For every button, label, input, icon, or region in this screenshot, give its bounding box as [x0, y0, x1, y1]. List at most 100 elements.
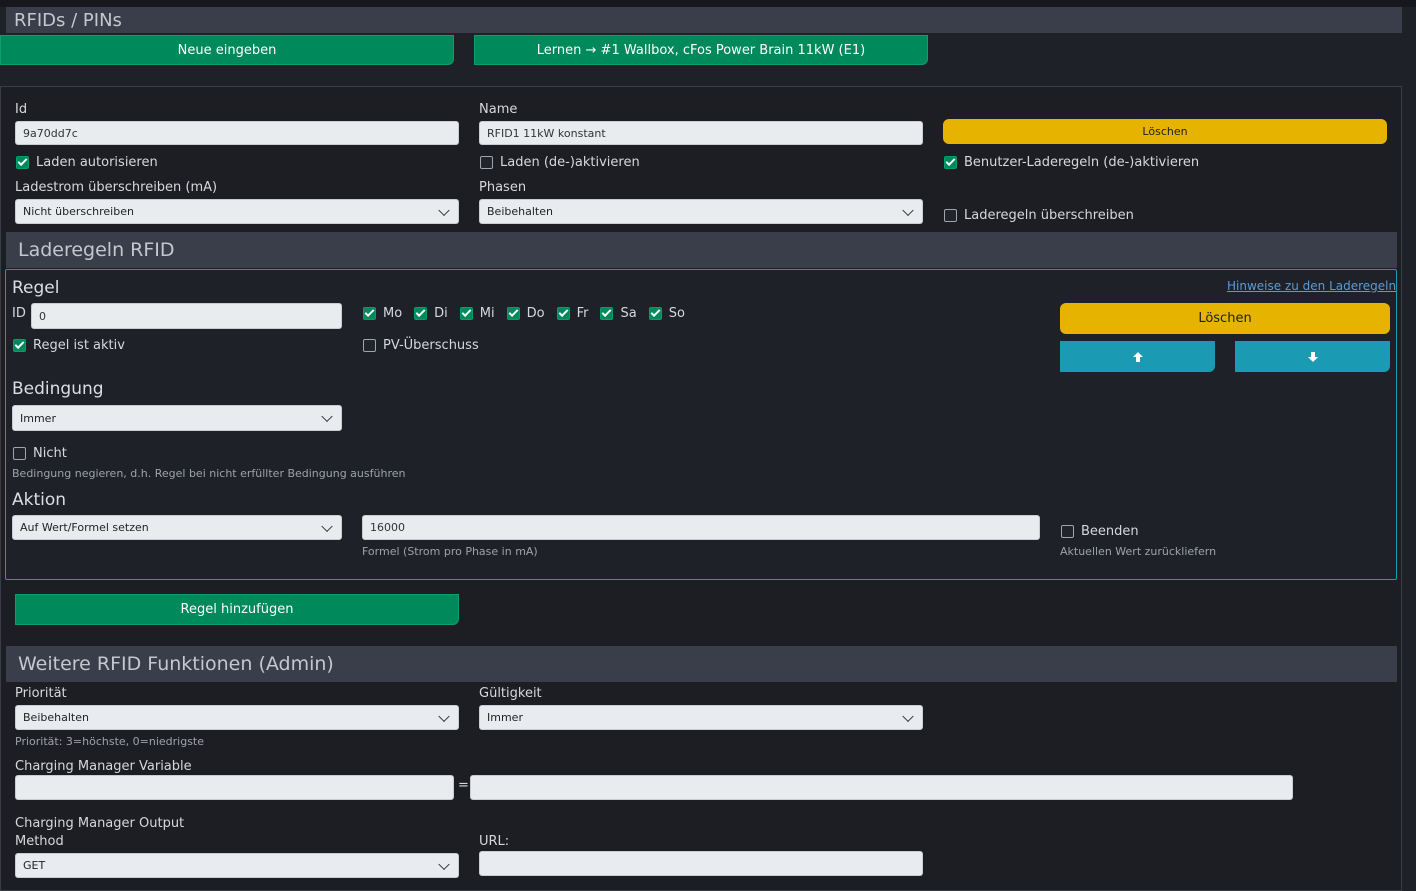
day-checkbox-row[interactable]: Mi [459, 306, 495, 321]
toggle-charging-checkbox[interactable] [480, 156, 493, 169]
name-label: Name [479, 102, 518, 117]
rule-active-label: Regel ist aktiv [33, 338, 125, 353]
override-rules-checkbox[interactable] [944, 209, 957, 222]
validity-value: Immer [487, 711, 523, 724]
negate-checkbox-row[interactable]: Nicht [13, 446, 67, 461]
day-checkbox[interactable] [506, 307, 520, 320]
admin-section-header: Weitere RFID Funktionen (Admin) [6, 646, 1397, 682]
finish-label: Beenden [1081, 524, 1139, 539]
equals-sign: = [458, 778, 469, 793]
day-label: Mi [479, 306, 495, 321]
rule-title: Regel [12, 278, 60, 298]
move-rule-down-button[interactable] [1235, 341, 1390, 372]
id-label: Id [15, 102, 28, 117]
action-select[interactable]: Auf Wert/Formel setzen [12, 515, 342, 540]
negate-checkbox[interactable] [13, 447, 26, 460]
day-checkbox-row[interactable]: Sa [600, 306, 637, 321]
finish-checkbox-row[interactable]: Beenden [1061, 524, 1139, 539]
chevron-down-icon [438, 710, 450, 722]
admin-section-title: Weitere RFID Funktionen (Admin) [18, 653, 334, 675]
chevron-down-icon [902, 710, 914, 722]
priority-label: Priorität [15, 686, 67, 701]
variable-label: Charging Manager Variable [15, 759, 192, 774]
move-rule-up-button[interactable] [1060, 341, 1215, 372]
day-checkbox-row[interactable]: Di [414, 306, 448, 321]
day-checkbox[interactable] [556, 307, 570, 320]
delete-rule-button[interactable]: Löschen [1060, 303, 1390, 334]
rule-id-input[interactable]: 0 [31, 303, 342, 329]
formula-input[interactable]: 16000 [362, 515, 1040, 540]
day-checkbox-row[interactable]: Fr [556, 306, 589, 321]
authorize-checkbox-row[interactable]: Laden autorisieren [16, 155, 158, 170]
weekday-checkboxes: Mo Di Mi Do Fr Sa So [363, 306, 685, 321]
day-checkbox[interactable] [363, 307, 376, 320]
page-title-bar: RFIDs / PINs [6, 7, 1402, 33]
day-checkbox-row[interactable]: Do [506, 306, 545, 321]
day-checkbox-row[interactable]: So [648, 306, 685, 321]
action-value: Auf Wert/Formel setzen [20, 521, 149, 534]
toggle-user-rules-checkbox[interactable] [944, 156, 957, 169]
day-checkbox[interactable] [459, 307, 473, 320]
phases-label: Phasen [479, 180, 527, 195]
learn-rfid-button[interactable]: Lernen → #1 Wallbox, cFos Power Brain 11… [474, 35, 928, 65]
override-rules-label: Laderegeln überschreiben [964, 208, 1134, 223]
rule-active-checkbox-row[interactable]: Regel ist aktiv [13, 338, 125, 353]
day-label: Fr [576, 306, 589, 321]
override-current-select[interactable]: Nicht überschreiben [15, 199, 459, 224]
priority-select[interactable]: Beibehalten [15, 705, 459, 730]
chevron-down-icon [438, 858, 450, 870]
day-checkbox[interactable] [648, 307, 662, 320]
priority-hint: Priorität: 3=höchste, 0=niedrigste [15, 735, 205, 748]
phases-value: Beibehalten [487, 205, 553, 218]
action-title: Aktion [12, 490, 67, 510]
rule-id-label: ID [12, 306, 26, 321]
condition-value: Immer [20, 411, 56, 425]
chevron-down-icon [902, 204, 914, 216]
arrow-down-icon [1307, 351, 1318, 362]
finish-checkbox[interactable] [1061, 525, 1074, 538]
condition-select[interactable]: Immer [12, 405, 342, 431]
validity-select[interactable]: Immer [479, 705, 923, 730]
rules-section-title: Laderegeln RFID [18, 239, 175, 261]
rule-active-checkbox[interactable] [13, 339, 26, 352]
day-label: Mo [383, 306, 403, 321]
finish-hint: Aktuellen Wert zurückliefern [1060, 545, 1217, 558]
pv-surplus-checkbox-row[interactable]: PV-Überschuss [363, 338, 479, 353]
arrow-up-icon [1132, 351, 1143, 362]
authorize-checkbox[interactable] [16, 156, 29, 169]
priority-value: Beibehalten [23, 711, 89, 724]
method-select[interactable]: GET [15, 853, 459, 878]
name-input[interactable]: RFID1 11kW konstant [479, 121, 923, 145]
formula-hint: Formel (Strom pro Phase in mA) [362, 545, 538, 558]
id-input[interactable]: 9a70dd7c [15, 121, 459, 145]
new-rfid-button[interactable]: Neue eingeben [0, 35, 454, 65]
day-label: So [668, 306, 685, 321]
delete-rfid-button[interactable]: Löschen [943, 119, 1387, 144]
override-current-label: Ladestrom überschreiben (mA) [15, 180, 218, 195]
add-rule-button[interactable]: Regel hinzufügen [15, 594, 459, 625]
day-checkbox[interactable] [600, 307, 614, 320]
pv-surplus-checkbox[interactable] [363, 339, 376, 352]
method-label: Method [15, 834, 64, 849]
rules-section-header: Laderegeln RFID [6, 232, 1397, 268]
toggle-charging-checkbox-row[interactable]: Laden (de-)aktivieren [480, 155, 640, 170]
override-rules-checkbox-row[interactable]: Laderegeln überschreiben [944, 208, 1134, 223]
override-current-value: Nicht überschreiben [23, 205, 134, 218]
authorize-label: Laden autorisieren [36, 155, 158, 170]
rules-hints-link[interactable]: Hinweise zu den Laderegeln [1227, 279, 1396, 293]
toggle-user-rules-label: Benutzer-Laderegeln (de-)aktivieren [964, 155, 1200, 170]
url-input[interactable] [479, 851, 923, 876]
chevron-down-icon [321, 520, 333, 532]
url-label: URL: [479, 834, 510, 849]
variable-value-input[interactable] [470, 775, 1293, 800]
day-checkbox-row[interactable]: Mo [363, 306, 402, 321]
variable-name-input[interactable] [15, 775, 454, 800]
negate-hint: Bedingung negieren, d.h. Regel bei nicht… [12, 467, 406, 480]
day-label: Sa [620, 306, 637, 321]
day-checkbox[interactable] [414, 307, 428, 320]
condition-title: Bedingung [12, 379, 104, 399]
day-label: Do [526, 306, 545, 321]
phases-select[interactable]: Beibehalten [479, 199, 923, 224]
top-strip [0, 0, 1416, 7]
toggle-user-rules-checkbox-row[interactable]: Benutzer-Laderegeln (de-)aktivieren [944, 155, 1199, 170]
